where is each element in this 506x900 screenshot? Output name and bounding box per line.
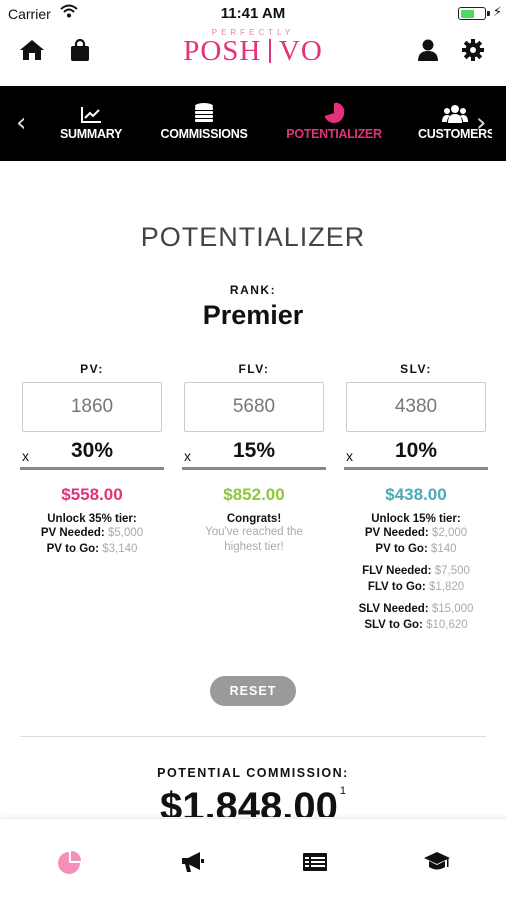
slv-input[interactable]: 4380 [346, 382, 486, 432]
slv-flv-to-go-label: FLV to Go: [367, 581, 426, 593]
slv-flv-needed-label: FLV Needed: [362, 565, 432, 577]
pie-chart-icon[interactable] [53, 849, 87, 875]
slv-slv-to-go: SLV to Go: $10,620 [344, 617, 488, 633]
graduation-cap-icon[interactable] [420, 849, 454, 875]
flv-tier-message: Congrats! [226, 513, 282, 525]
app-header: PERFECTLY POSH VO [0, 26, 506, 86]
slv-pv-to-go-value: $140 [431, 543, 457, 555]
rank-label: RANK: [229, 283, 277, 297]
slv-slv-to-go-value: $10,620 [426, 619, 468, 631]
slv-flv-needed: FLV Needed: $7,500 [344, 563, 488, 579]
pv-needed: PV Needed: $5,000 [20, 525, 164, 541]
tab-potentializer[interactable]: POTENTIALIZER [284, 102, 384, 141]
battery-tip [487, 11, 490, 16]
potential-commission-footnote: 1 [339, 785, 347, 797]
flv-percent: 15% [232, 439, 276, 462]
tab-summary-label: SUMMARY [59, 127, 123, 141]
flv-multiplier: x 15% [182, 434, 326, 470]
flv-sub-message-2: highest tier! [224, 541, 284, 553]
chevron-right-icon[interactable]: › [476, 108, 486, 138]
flv-sub-message-1: You've reached the [205, 526, 303, 538]
slv-label: SLV: [400, 362, 432, 376]
slv-tier-message: Unlock 15% tier: [371, 513, 461, 525]
flv-column: FLV: 5680 x 15% $852.00 Congrats! You've… [182, 362, 326, 555]
shopping-bag-icon[interactable] [66, 36, 94, 64]
slv-multiplier: x 10% [344, 434, 488, 470]
list-icon[interactable] [298, 849, 332, 875]
pv-to-go: PV to Go: $3,140 [20, 541, 164, 557]
brand-logo: PERFECTLY POSH VO [150, 28, 356, 68]
pv-needed-value: $5,000 [107, 527, 144, 539]
divider [20, 736, 486, 737]
gear-icon[interactable] [459, 36, 487, 64]
slv-pv-needed-value: $2,000 [431, 527, 468, 539]
slv-pv-needed: PV Needed: $2,000 [344, 525, 488, 541]
reset-button[interactable]: RESET [210, 676, 296, 706]
page-title: POTENTIALIZER [140, 222, 366, 252]
pv-to-go-value: $3,140 [102, 543, 138, 555]
pv-to-go-label: PV to Go: [46, 543, 99, 555]
pv-tier-message: Unlock 35% tier: [47, 513, 137, 525]
battery-icon [458, 7, 486, 20]
pv-label: PV: [80, 362, 104, 376]
slv-flv-to-go-value: $1,820 [428, 581, 465, 593]
potential-commission-label: POTENTIAL COMMISSION: [157, 766, 349, 780]
slv-percent: 10% [394, 439, 438, 462]
slv-slv-to-go-label: SLV to Go: [364, 619, 423, 631]
slv-amount: $438.00 [385, 485, 447, 504]
coins-icon [158, 102, 250, 124]
logo-main: POSH [183, 35, 262, 67]
chevron-left-icon[interactable]: ‹ [16, 108, 26, 138]
slv-slv-needed-label: SLV Needed: [358, 603, 429, 615]
slv-flv-needed-value: $7,500 [434, 565, 470, 577]
slv-pv-to-go-label: PV to Go: [375, 543, 428, 555]
flv-input[interactable]: 5680 [184, 382, 324, 432]
megaphone-icon[interactable] [176, 849, 210, 875]
flv-amount: $852.00 [223, 485, 285, 504]
tab-potentializer-label: POTENTIALIZER [286, 127, 382, 141]
bottom-nav [0, 818, 506, 900]
pv-multiplier: x 30% [20, 434, 164, 470]
pv-column: PV: 1860 x 30% $558.00 Unlock 35% tier: … [20, 362, 164, 557]
section-tab-bar: ‹ SUMMARY COMMISSIONS POTENTIALIZER CUST… [0, 86, 506, 161]
logo-suffix: VO [278, 35, 323, 67]
battery-level [460, 9, 475, 18]
charging-icon: ⚡ [492, 4, 502, 19]
line-chart-icon [56, 102, 126, 124]
home-icon[interactable] [18, 36, 46, 64]
slv-pv-needed-label: PV Needed: [364, 527, 429, 539]
slv-slv-needed-value: $15,000 [431, 603, 474, 615]
pv-input[interactable]: 1860 [22, 382, 162, 432]
rank-value: Premier [202, 300, 304, 330]
potential-commission-value: $1,848.00 1 [0, 785, 506, 817]
slv-column: SLV: 4380 x 10% $438.00 Unlock 15% tier:… [344, 362, 488, 633]
tab-summary[interactable]: SUMMARY [56, 102, 126, 141]
pie-chart-icon [284, 102, 384, 124]
slv-pv-to-go: PV to Go: $140 [344, 541, 488, 557]
tab-commissions-label: COMMISSIONS [160, 127, 248, 141]
status-bar: Carrier 11:41 AM ⚡ [0, 0, 506, 26]
pv-needed-label: PV Needed: [40, 527, 105, 539]
flv-label: FLV: [238, 362, 270, 376]
potential-commission-amount: $1,848.00 [159, 785, 338, 817]
slv-flv-to-go: FLV to Go: $1,820 [344, 579, 488, 595]
user-icon[interactable] [414, 36, 442, 64]
slv-slv-needed: SLV Needed: $15,000 [344, 601, 488, 617]
pv-percent: 30% [70, 439, 114, 462]
logo-separator [269, 39, 271, 63]
status-time: 11:41 AM [220, 5, 286, 22]
tab-commissions[interactable]: COMMISSIONS [158, 102, 250, 141]
pv-amount: $558.00 [61, 485, 123, 504]
